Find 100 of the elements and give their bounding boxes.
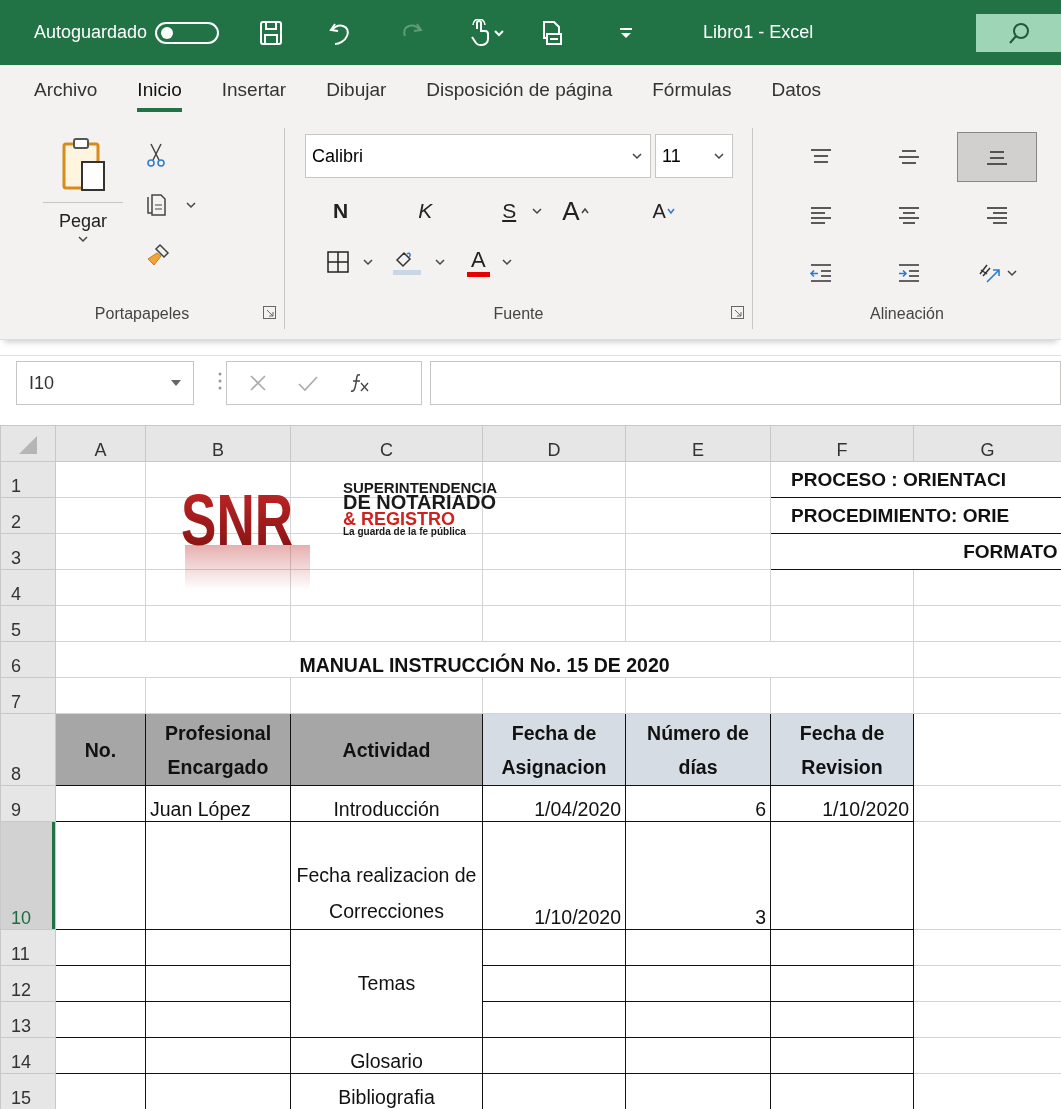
font-color-button[interactable]: A — [467, 247, 512, 277]
caret-icon — [532, 207, 543, 215]
function-icon[interactable] — [349, 373, 369, 393]
dialog-launcher-icon[interactable] — [263, 306, 276, 319]
table-cell: 1/10/2020 — [770, 785, 914, 822]
logo-text: La guarda de la fe pública — [343, 526, 466, 537]
font-size-field[interactable]: 11 — [655, 134, 733, 178]
right-align-icon — [985, 205, 1009, 225]
column-heading: Profesional Encargado — [145, 713, 291, 786]
ribbon-tab[interactable]: Fórmulas — [632, 65, 752, 120]
check-icon[interactable] — [297, 374, 319, 392]
down-caret-icon — [666, 207, 675, 215]
table-cell: Introducción — [290, 785, 483, 822]
row-header[interactable]: 6 — [0, 641, 56, 678]
fill-color-button[interactable] — [393, 249, 445, 275]
column-header[interactable]: E — [625, 425, 771, 462]
autosave-toggle[interactable] — [155, 21, 220, 44]
group-label: Portapapeles — [94, 305, 190, 324]
logo-letters: SNR — [181, 480, 333, 560]
row-header[interactable]: 9 — [0, 785, 56, 822]
column-heading: Fecha de Asignacion — [482, 713, 626, 786]
ribbon-tab[interactable]: Dibujar — [306, 65, 407, 120]
grow-font-button[interactable]: A — [562, 195, 589, 227]
touch-mode-icon[interactable] — [469, 18, 506, 47]
ribbon-tab[interactable]: Inicio — [117, 65, 202, 120]
column-header[interactable]: B — [145, 425, 291, 462]
underline-button[interactable]: S — [502, 199, 543, 223]
row-header[interactable]: 4 — [0, 569, 56, 606]
row-header[interactable]: 15 — [0, 1073, 56, 1109]
print-preview-icon[interactable] — [541, 19, 564, 46]
table-cell: 6 — [625, 785, 771, 822]
increase-indent-icon — [897, 262, 921, 284]
borders-icon — [327, 251, 349, 273]
column-header[interactable]: F — [770, 425, 914, 462]
row-header[interactable]: 8 — [0, 713, 56, 786]
group-label: Fuente — [493, 305, 544, 324]
decrease-indent-icon — [809, 262, 833, 284]
shrink-font-button[interactable]: A — [652, 199, 675, 223]
row-header[interactable]: 13 — [0, 1001, 56, 1038]
column-heading: Actividad — [290, 713, 483, 786]
formula-input[interactable] — [430, 361, 1061, 405]
row-header[interactable]: 2 — [0, 497, 56, 534]
table-cell: Temas — [290, 929, 483, 1038]
table-cell: Juan López — [145, 785, 291, 822]
italic-button[interactable]: K — [418, 199, 433, 223]
row-header[interactable]: 12 — [0, 965, 56, 1002]
column-header[interactable]: C — [290, 425, 483, 462]
customize-toolbar-icon[interactable] — [619, 26, 634, 39]
search-icon — [1007, 21, 1030, 44]
paste-button[interactable]: Pegar — [38, 136, 128, 305]
table-cell: Fecha realizacion de Correcciones — [290, 821, 483, 930]
row-header[interactable]: 11 — [0, 929, 56, 966]
left-align-icon — [809, 205, 833, 225]
ribbon-tab[interactable]: Disposición de página — [406, 65, 633, 120]
ribbon-tab[interactable]: Datos — [751, 65, 842, 120]
center-align-icon — [897, 205, 921, 225]
row-header[interactable]: 7 — [0, 677, 56, 714]
caret-icon — [435, 258, 445, 266]
caret-icon — [501, 258, 512, 266]
column-header[interactable]: A — [55, 425, 146, 462]
dropdown-icon[interactable] — [171, 380, 181, 386]
caret-icon — [78, 236, 88, 243]
bold-button[interactable]: N — [333, 199, 349, 223]
column-header[interactable]: G — [913, 425, 1061, 462]
row-header[interactable]: 10 — [0, 821, 56, 930]
ribbon-tab[interactable]: Insertar — [201, 65, 307, 120]
column-heading: Fecha de Revision — [770, 713, 914, 786]
row-header[interactable]: 3 — [0, 533, 56, 570]
table-cell: 3 — [625, 821, 771, 930]
group-label: Alineación — [870, 305, 944, 324]
font-name-field[interactable]: Calibri — [305, 134, 651, 178]
window-title: Libro1 - Excel — [703, 22, 814, 43]
column-header[interactable]: D — [482, 425, 626, 462]
autosave-label: Autoguardado — [34, 22, 148, 43]
vertical-align-button[interactable] — [957, 132, 1037, 182]
ribbon-tab[interactable]: Archivo — [14, 65, 118, 120]
orientation-icon — [977, 262, 1001, 284]
corner-triangle-icon — [17, 434, 39, 456]
table-cell: 1/10/2020 — [482, 821, 626, 930]
column-heading: No. — [55, 713, 146, 786]
copy-button[interactable] — [146, 193, 196, 217]
copy-icon — [146, 193, 166, 217]
borders-button[interactable] — [327, 251, 373, 273]
logo-text: SUPERINTENDENCIA — [343, 479, 498, 496]
dialog-launcher-icon[interactable] — [731, 306, 744, 319]
row-header[interactable]: 1 — [0, 461, 56, 498]
name-box[interactable]: I10 — [16, 361, 194, 405]
column-heading: Número de días — [625, 713, 771, 786]
caret-icon — [632, 152, 642, 160]
paint-bucket-icon — [393, 249, 421, 275]
row-header[interactable]: 5 — [0, 605, 56, 642]
table-cell: 1/04/2020 — [482, 785, 626, 822]
table-cell: Glosario — [290, 1037, 483, 1074]
save-icon[interactable] — [259, 19, 284, 46]
caret-icon — [363, 258, 373, 266]
scissors-icon — [146, 142, 166, 167]
grip-icon — [218, 371, 222, 391]
up-caret-icon — [580, 207, 589, 215]
search-button[interactable] — [976, 13, 1061, 52]
row-header[interactable]: 14 — [0, 1037, 56, 1074]
